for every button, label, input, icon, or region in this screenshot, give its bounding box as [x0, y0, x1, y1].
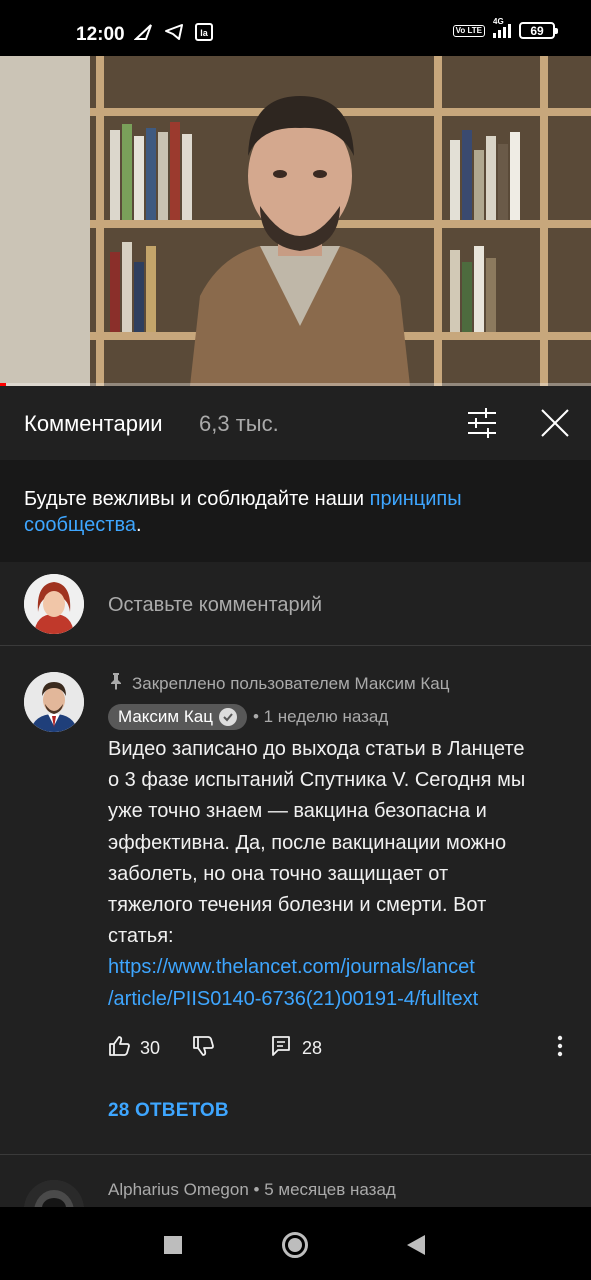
battery-level: 69 — [530, 23, 544, 38]
like-count: 30 — [140, 1038, 161, 1058]
app-icon: la — [194, 22, 214, 42]
add-comment-input[interactable]: Оставьте комментарий — [108, 594, 322, 617]
comment-actions: 30 28 — [108, 1034, 578, 1062]
comment-line: уже точно знаем — вакцина безопасна и — [108, 800, 487, 823]
author-name: Максим Кац — [118, 707, 213, 726]
battery-icon: 69 — [519, 22, 558, 39]
arrow-icon — [134, 22, 154, 42]
notification-icons: la — [134, 22, 214, 42]
community-guidelines-notice: Будьте вежливы и соблюдайте наши принцип… — [0, 460, 591, 562]
reply-icon — [270, 1034, 294, 1063]
next-comment-author[interactable]: Alpharius Omegon — [108, 1180, 249, 1199]
pinned-label: Закреплено пользователем Максим Кац — [132, 673, 450, 693]
home-icon[interactable] — [282, 1232, 308, 1258]
pin-icon — [108, 672, 124, 695]
reply-button[interactable]: 28 — [270, 1034, 322, 1063]
shelf-post — [434, 56, 442, 386]
next-comment-header: Alpharius Omegon • 5 месяцев назад — [108, 1180, 396, 1200]
volte-icon: Vo LTE — [452, 24, 485, 37]
like-button[interactable]: 30 — [108, 1034, 160, 1063]
author-avatar[interactable] — [24, 672, 84, 732]
books — [110, 236, 156, 332]
comment-link[interactable]: /article/PIIS0140-6736(21)00191-4/fullte… — [108, 984, 568, 1015]
shelf-post — [96, 56, 104, 386]
comment-line: о 3 фазе испытаний Спутника V. Сегодня м… — [108, 769, 526, 792]
add-comment-row[interactable]: Оставьте комментарий — [0, 562, 591, 646]
comment-link[interactable]: https://www.thelancet.com/journals/lance… — [108, 952, 568, 983]
comment-time[interactable]: • 1 неделю назад — [253, 707, 388, 727]
verified-check-icon — [218, 708, 237, 726]
guidelines-text: Будьте вежливы и соблюдайте наши — [24, 488, 370, 510]
system-icons: Vo LTE 4G 69 — [452, 17, 558, 39]
dislike-button[interactable] — [192, 1034, 216, 1063]
comment-header: Максим Кац • 1 неделю назад — [108, 704, 388, 730]
wall — [0, 56, 90, 386]
comment-line: статья: — [108, 925, 174, 948]
sort-filter-icon[interactable] — [464, 406, 500, 440]
android-nav-bar — [0, 1207, 591, 1280]
status-time: 12:00 — [76, 24, 125, 45]
thumbs-down-icon — [192, 1034, 216, 1063]
back-icon[interactable] — [407, 1235, 425, 1260]
books — [110, 120, 192, 220]
pinned-indicator: Закреплено пользователем Максим Кац — [108, 672, 449, 695]
svg-text:la: la — [200, 28, 209, 38]
signal-icon: 4G — [493, 17, 511, 38]
comments-list: Оставьте комментарий Закреплено пользова… — [0, 562, 591, 1207]
presenter-figure — [190, 96, 410, 386]
more-options-icon[interactable] — [556, 1034, 564, 1058]
comment-line: заболеть, но она точно защищает от — [108, 862, 449, 885]
next-comment-avatar[interactable] — [24, 1180, 84, 1207]
comments-header: Комментарии 6,3 тыс. — [0, 386, 591, 460]
view-replies-button[interactable]: 28 ОТВЕТОВ — [108, 1100, 229, 1122]
comment-text: Видео записано до выхода статьи в Ланцет… — [108, 734, 568, 1015]
comments-count: 6,3 тыс. — [199, 411, 279, 436]
author-name-chip[interactable]: Максим Кац — [108, 704, 247, 730]
video-player[interactable] — [0, 56, 591, 386]
comment-line: тяжелого течения болезни и смерти. Вот — [108, 894, 487, 917]
telegram-icon — [164, 22, 184, 42]
close-icon[interactable] — [538, 406, 572, 440]
divider — [0, 1154, 591, 1155]
shelf-post — [540, 56, 548, 386]
comment-line: Видео записано до выхода статьи в Ланцет… — [108, 738, 525, 760]
books — [450, 242, 496, 332]
next-comment-time[interactable]: • 5 месяцев назад — [254, 1180, 396, 1199]
network-label: 4G — [493, 17, 504, 26]
comments-title: Комментарии — [24, 411, 163, 436]
reply-count: 28 — [302, 1038, 323, 1058]
user-avatar — [24, 574, 84, 634]
thumbs-up-icon — [108, 1034, 132, 1063]
comment-line: эффективна. Да, после вакцинации можно — [108, 831, 507, 854]
status-bar: 12:00 la Vo LTE 4G 69 — [0, 0, 591, 56]
books — [450, 126, 520, 220]
guidelines-text-end: . — [135, 514, 142, 536]
recents-icon[interactable] — [164, 1236, 182, 1254]
